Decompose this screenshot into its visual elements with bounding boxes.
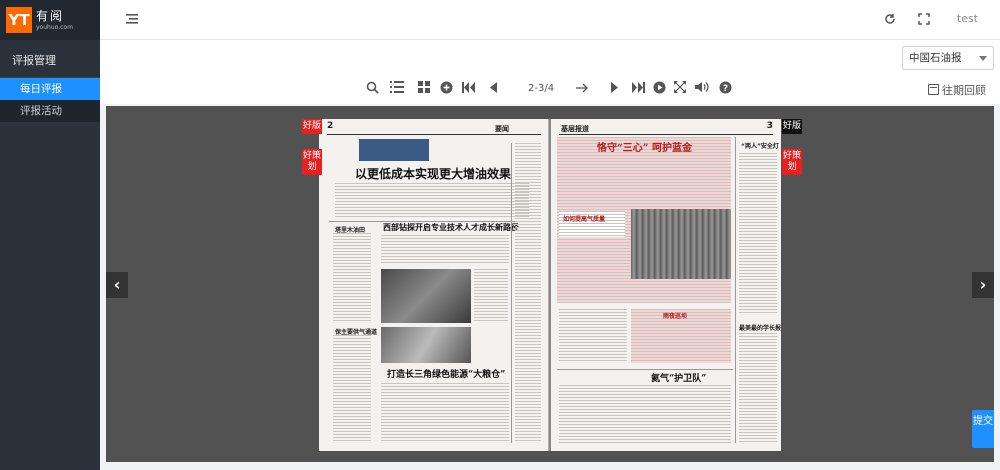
page-number-right: 3 — [766, 121, 773, 131]
good-plan-tag-right[interactable]: 好策划 — [782, 149, 802, 175]
left-headline-3: 打造长三角绿色能源“大粮仓” — [387, 370, 506, 380]
right-headline-2: 氦气“护卫队” — [651, 374, 707, 384]
newspaper-page-right[interactable]: 基层报道 3 恪守“三心” 呵护蓝金 如何提高气质量 “两人”安全灯 最美最的学… — [551, 119, 781, 451]
svg-text:?: ? — [722, 84, 727, 94]
good-page-tag-right[interactable]: 好版 — [782, 119, 802, 134]
prev-spread-button[interactable]: ‹ — [106, 272, 128, 298]
next-spread-button[interactable]: › — [972, 272, 994, 298]
last-page-icon[interactable] — [630, 81, 646, 97]
right-box-title: 如何提高气质量 — [563, 216, 606, 223]
text-column — [739, 153, 777, 313]
prev-page-icon[interactable] — [485, 81, 501, 97]
page-number-left: 2 — [327, 121, 334, 131]
first-page-icon[interactable] — [460, 81, 476, 97]
logo-mark: YT — [6, 7, 32, 33]
right-small-title-2: 最美最的学长报 — [739, 325, 781, 332]
newspaper-select[interactable]: 中国石油报 — [902, 46, 994, 70]
history-link[interactable]: 往期回顾 — [928, 82, 986, 98]
text-column — [559, 309, 627, 363]
right-small-title-1: “两人”安全灯 — [741, 143, 779, 150]
left-masthead: 要闻 — [495, 125, 509, 133]
volume-icon[interactable] — [694, 81, 710, 97]
news-photo — [381, 269, 471, 323]
text-column — [739, 333, 777, 443]
sidebar-item-daily-review[interactable]: 每日评报 — [0, 78, 100, 100]
search-icon[interactable] — [364, 81, 380, 97]
right-night-title: 雨夜巡坝 — [663, 313, 688, 320]
filter-row: 中国石油报 — [100, 40, 1000, 76]
right-headline-1: 恪守“三心” 呵护蓝金 — [597, 143, 692, 154]
list-icon[interactable] — [389, 81, 405, 97]
logo: YT 有阅 youhuo.com — [0, 0, 100, 40]
submenu: 每日评报 评报活动 — [0, 78, 100, 122]
sidebar: YT 有阅 youhuo.com 评报管理 每日评报 评报活动 — [0, 0, 100, 470]
banner-image — [359, 139, 429, 161]
newspaper-select-value: 中国石油报 — [909, 52, 962, 64]
newspaper-viewer: ‹ › 2 要闻 以更低成本实现更大增油效果 塔里木油田 西部钻探开启专业技术人… — [106, 106, 994, 462]
history-label: 往期回顾 — [942, 84, 986, 97]
submit-button[interactable]: 提交 — [972, 410, 994, 448]
arrow-right-icon[interactable] — [574, 81, 590, 97]
text-column — [333, 335, 371, 443]
refresh-icon[interactable] — [884, 13, 896, 28]
page-header-right — [559, 123, 773, 135]
menu-group-review[interactable]: 评报管理 — [0, 44, 100, 78]
user-menu[interactable]: test — [957, 12, 978, 25]
text-column — [335, 183, 529, 217]
top-header: test — [100, 0, 1000, 40]
text-column — [515, 143, 541, 443]
fullscreen-icon[interactable] — [918, 13, 930, 28]
left-headline-2: 西部钻探开启专业技术人才成长新路径 — [383, 222, 519, 232]
sidebar-item-review-activity[interactable]: 评报活动 — [0, 100, 100, 122]
play-icon[interactable] — [651, 81, 667, 97]
grid-icon[interactable] — [416, 81, 432, 97]
good-page-tag-left[interactable]: 好版 — [302, 119, 322, 134]
text-column — [559, 385, 731, 443]
newspaper-page-left[interactable]: 2 要闻 以更低成本实现更大增油效果 塔里木油田 西部钻探开启专业技术人才成长新… — [319, 119, 549, 451]
right-masthead: 基层报道 — [561, 125, 589, 133]
text-column — [333, 233, 371, 323]
help-icon[interactable]: ? — [717, 81, 733, 97]
text-column — [381, 383, 509, 443]
logo-text-cn: 有阅 — [36, 9, 65, 23]
text-column — [381, 235, 509, 265]
expand-icon[interactable] — [672, 81, 688, 97]
news-photo — [381, 327, 471, 363]
chevron-down-icon — [979, 56, 987, 61]
news-photo — [631, 209, 731, 279]
zoom-in-icon[interactable] — [438, 81, 454, 97]
left-headline-1: 以更低成本实现更大增油效果 — [355, 167, 512, 181]
logo-text-en: youhuo.com — [36, 24, 73, 31]
viewer-toolbar: 2-3/4 ? 往期回顾 — [100, 76, 1000, 104]
next-page-icon[interactable] — [606, 81, 622, 97]
page-indicator: 2-3/4 — [528, 83, 555, 94]
calendar-icon — [928, 84, 939, 95]
text-column — [474, 269, 508, 323]
menu-toggle-icon[interactable] — [126, 13, 138, 27]
good-plan-tag-left[interactable]: 好策划 — [302, 149, 322, 175]
